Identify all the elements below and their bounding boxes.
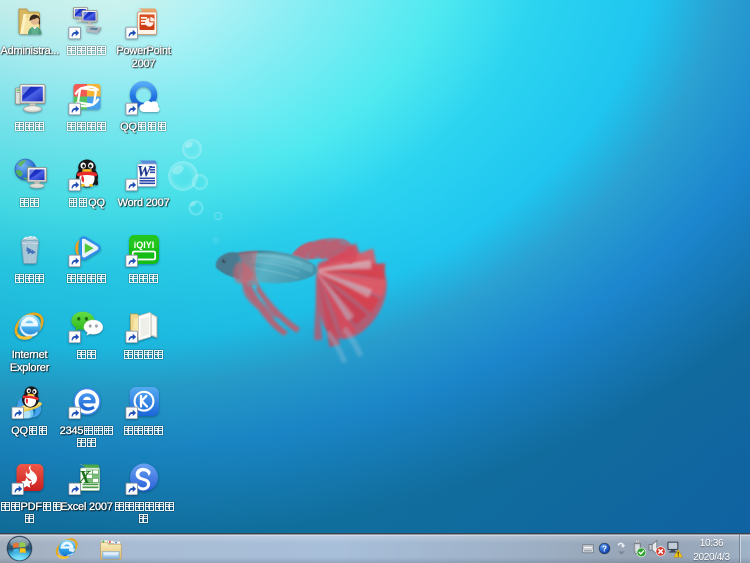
svg-text:iQIYI: iQIYI [133, 240, 154, 250]
svg-text:?: ? [602, 544, 607, 553]
